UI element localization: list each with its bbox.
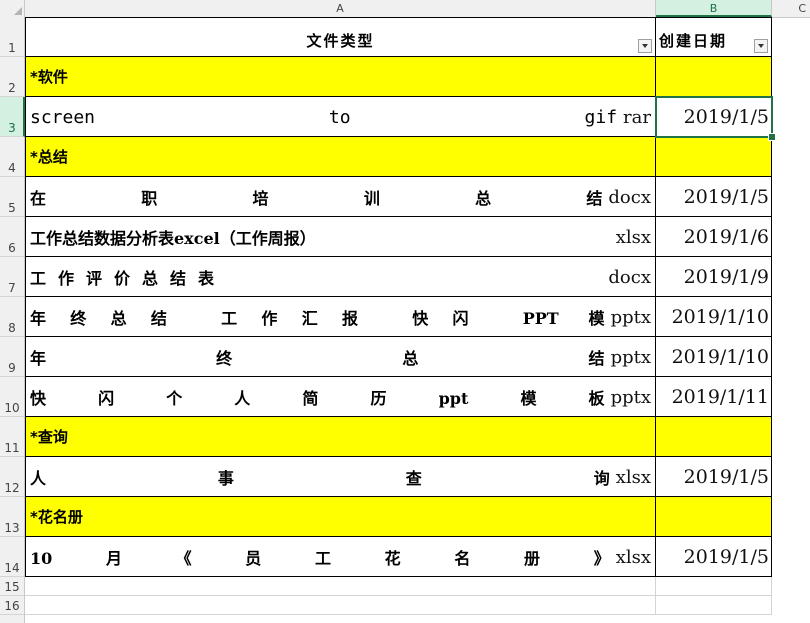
file-name-text: 工作评价总结表 — [30, 269, 227, 288]
file-name-row: screen to gif rar — [30, 97, 651, 136]
file-name-text: 年终总结 工作汇报 快闪 PPT 模 — [30, 309, 605, 328]
date-text: 2019/1/10 — [671, 306, 769, 328]
file-name-cell[interactable]: 工作总结数据分析表excel（工作周报） xlsx — [25, 217, 656, 257]
category-label: *软件 — [30, 68, 68, 86]
file-name-text: 年终总结 — [30, 349, 605, 368]
file-name-cell[interactable]: screen to gif rar — [25, 97, 656, 137]
date-cell[interactable]: 2019/1/5 — [656, 97, 772, 137]
category-label: *花名册 — [30, 508, 83, 526]
empty-cell[interactable] — [656, 596, 772, 615]
select-all-corner-icon[interactable] — [0, 0, 25, 17]
date-cell[interactable]: 2019/1/5 — [656, 457, 772, 497]
row-header-2[interactable]: 2 — [0, 57, 24, 97]
category-label: *总结 — [30, 148, 68, 166]
file-extension-text: pptx — [610, 386, 651, 408]
file-extension-text: pptx — [610, 346, 651, 368]
date-text: 2019/1/9 — [683, 266, 769, 288]
row-header-14[interactable]: 14 — [0, 537, 24, 577]
file-name-row: 工作评价总结表 docx — [30, 257, 651, 296]
row-header-13[interactable]: 13 — [0, 497, 24, 537]
row-header-16[interactable]: 16 — [0, 596, 24, 615]
empty-cell[interactable] — [25, 596, 656, 615]
file-extension-text: rar — [623, 106, 651, 128]
column-header-a[interactable]: A — [25, 0, 656, 17]
row-header-3[interactable]: 3 — [0, 97, 25, 137]
category-date-cell[interactable] — [656, 137, 772, 177]
column-header-b[interactable]: B — [656, 0, 772, 17]
file-name-text: 快闪个人简历ppt模板 — [30, 389, 605, 408]
file-name-cell[interactable]: 工作评价总结表 docx — [25, 257, 656, 297]
row-header-15[interactable]: 15 — [0, 577, 24, 596]
file-name-text: 在职培训总结 — [30, 189, 603, 208]
file-name-row: 在职培训总结 docx — [30, 177, 651, 216]
file-name-cell[interactable]: 年终总结 工作汇报 快闪 PPT 模 pptx — [25, 297, 656, 337]
row-header-column: 1 2 3 4 5 6 7 8 9 10 11 12 13 14 15 16 — [0, 17, 25, 623]
date-cell[interactable]: 2019/1/10 — [656, 337, 772, 377]
file-name-cell[interactable]: 人事查询 xlsx — [25, 457, 656, 497]
file-extension-text: docx — [608, 266, 651, 288]
row-header-11[interactable]: 11 — [0, 417, 24, 457]
category-label: *查询 — [30, 428, 68, 446]
header-date-label: 创建日期 — [659, 32, 728, 50]
filter-dropdown-icon[interactable] — [754, 39, 768, 53]
file-name-row: 人事查询 xlsx — [30, 457, 651, 496]
column-header-bar: A B C — [0, 0, 810, 18]
row-header-10[interactable]: 10 — [0, 377, 24, 417]
date-cell[interactable]: 2019/1/9 — [656, 257, 772, 297]
date-text: 2019/1/5 — [683, 466, 769, 488]
row-header-7[interactable]: 7 — [0, 257, 24, 297]
file-name-cell[interactable]: 快闪个人简历ppt模板 pptx — [25, 377, 656, 417]
date-cell[interactable]: 2019/1/5 — [656, 537, 772, 577]
row-header-5[interactable]: 5 — [0, 177, 24, 217]
date-text: 2019/1/6 — [683, 226, 769, 248]
date-text: 2019/1/11 — [671, 386, 769, 408]
file-name-row: 年终总结 pptx — [30, 337, 651, 376]
row-header-8[interactable]: 8 — [0, 297, 24, 337]
category-cell[interactable]: *查询 — [25, 417, 656, 457]
file-name-row: 年终总结 工作汇报 快闪 PPT 模 pptx — [30, 297, 651, 336]
file-name-cell[interactable]: 10月《员工花名册》 xlsx — [25, 537, 656, 577]
header-cell-date[interactable]: 创建日期 — [656, 17, 772, 57]
file-extension-text: xlsx — [615, 466, 651, 488]
file-extension-text: xlsx — [615, 226, 651, 248]
date-text: 2019/1/10 — [671, 346, 769, 368]
date-cell[interactable]: 2019/1/11 — [656, 377, 772, 417]
file-name-text: 10月《员工花名册》 — [30, 549, 610, 568]
row-header-6[interactable]: 6 — [0, 217, 24, 257]
category-cell[interactable]: *总结 — [25, 137, 656, 177]
category-date-cell[interactable] — [656, 417, 772, 457]
file-extension-text: xlsx — [615, 546, 651, 568]
row-header-1[interactable]: 1 — [0, 17, 24, 57]
file-name-row: 快闪个人简历ppt模板 pptx — [30, 377, 651, 416]
date-text: 2019/1/5 — [683, 106, 769, 128]
column-header-c[interactable]: C — [772, 0, 810, 17]
category-cell[interactable]: *花名册 — [25, 497, 656, 537]
date-cell[interactable]: 2019/1/6 — [656, 217, 772, 257]
row-header-4[interactable]: 4 — [0, 137, 24, 177]
category-date-cell[interactable] — [656, 57, 772, 97]
header-cell-type[interactable]: 文件类型 — [25, 17, 656, 57]
file-name-cell[interactable]: 年终总结 pptx — [25, 337, 656, 377]
file-name-text: 人事查询 — [30, 469, 610, 488]
category-date-cell[interactable] — [656, 497, 772, 537]
empty-cell[interactable] — [656, 577, 772, 596]
file-extension-text: docx — [608, 186, 651, 208]
date-text: 2019/1/5 — [683, 186, 769, 208]
file-name-text: 工作总结数据分析表excel（工作周报） — [30, 229, 316, 248]
filter-dropdown-icon[interactable] — [638, 39, 652, 53]
category-cell[interactable]: *软件 — [25, 57, 656, 97]
row-header-9[interactable]: 9 — [0, 337, 24, 377]
header-type-label: 文件类型 — [306, 32, 375, 50]
file-name-row: 10月《员工花名册》 xlsx — [30, 537, 651, 576]
date-cell[interactable]: 2019/1/5 — [656, 177, 772, 217]
file-name-text: screen to gif — [30, 106, 618, 128]
date-text: 2019/1/5 — [683, 546, 769, 568]
file-name-cell[interactable]: 在职培训总结 docx — [25, 177, 656, 217]
empty-cell[interactable] — [25, 577, 656, 596]
date-cell[interactable]: 2019/1/10 — [656, 297, 772, 337]
file-name-row: 工作总结数据分析表excel（工作周报） xlsx — [30, 217, 651, 256]
row-header-12[interactable]: 12 — [0, 457, 24, 497]
file-extension-text: pptx — [610, 306, 651, 328]
fill-handle[interactable] — [768, 133, 776, 141]
